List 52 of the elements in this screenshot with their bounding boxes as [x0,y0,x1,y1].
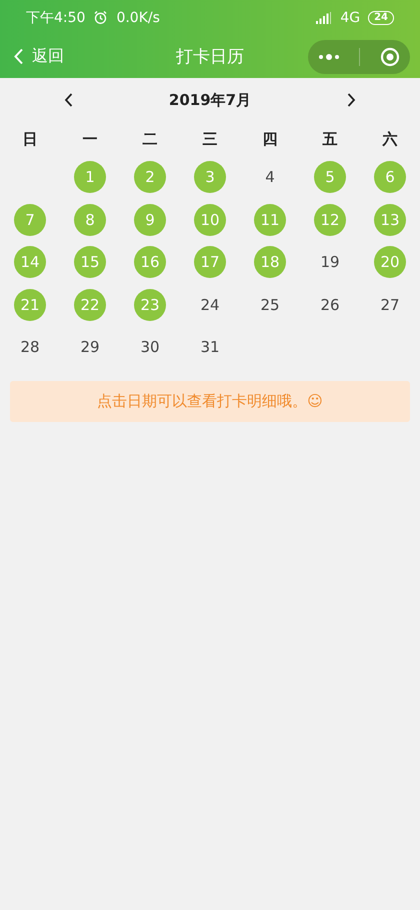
checked-in-day[interactable]: 6 [374,161,406,194]
calendar-day[interactable]: 25 [254,288,286,321]
calendar-day[interactable]: 27 [374,288,406,321]
battery-icon: 24 [368,10,394,24]
checked-in-day[interactable]: 1 [74,161,106,194]
checked-in-day[interactable]: 18 [254,246,286,278]
calendar-day[interactable]: 26 [314,288,346,321]
weekday-label: 二 [142,130,158,148]
checked-in-day[interactable]: 11 [254,204,286,236]
weekday-label: 一 [82,130,98,148]
alarm-clock-icon [93,10,108,25]
checked-in-day[interactable]: 17 [194,246,226,278]
calendar-day[interactable]: 29 [74,331,106,364]
weekday-label: 四 [262,130,278,148]
calendar-day[interactable]: 24 [194,288,226,321]
checked-in-day[interactable]: 12 [314,204,346,236]
weekday-label: 五 [322,130,338,148]
checked-in-day[interactable]: 5 [314,161,346,194]
right-chevron-icon[interactable] [347,93,356,107]
checked-in-day[interactable]: 20 [374,246,406,278]
month-title: 2019年7月 [168,90,252,110]
checked-in-day[interactable]: 22 [74,288,106,321]
signal-icon [316,12,332,24]
back-button[interactable]: 返回 [14,46,64,67]
calendar-day[interactable]: 28 [14,331,46,364]
page-title: 打卡日历 [176,47,244,67]
checked-in-day[interactable]: 14 [14,246,46,278]
more-icon[interactable] [318,52,340,60]
calendar-day[interactable]: 30 [134,331,166,364]
calendar-day[interactable]: 4 [254,161,286,194]
checked-in-day[interactable]: 13 [374,204,406,236]
checked-in-day[interactable]: 23 [134,288,166,321]
calendar-day[interactable]: 31 [194,331,226,364]
hint-text: 点击日期可以查看打卡明细哦。☺ [97,392,323,410]
checked-in-day[interactable]: 9 [134,204,166,236]
checked-in-day[interactable]: 16 [134,246,166,278]
calendar-day[interactable]: 19 [314,246,346,278]
checked-in-day[interactable]: 2 [134,161,166,194]
checked-in-day[interactable]: 10 [194,204,226,236]
checked-in-day[interactable]: 3 [194,161,226,194]
left-chevron-icon[interactable] [64,93,73,107]
network-type: 4G [340,10,360,26]
network-speed: 0.0K/s [116,10,160,26]
checked-in-day[interactable]: 7 [14,204,46,236]
weekday-label: 日 [22,130,38,148]
checked-in-day[interactable]: 21 [14,288,46,321]
weekday-label: 六 [382,130,398,148]
checked-in-day[interactable]: 15 [74,246,106,278]
checked-in-day[interactable]: 8 [74,204,106,236]
weekday-label: 三 [202,130,218,148]
status-time: 下午4:50 [26,8,86,26]
back-chevron-icon[interactable] [14,48,24,65]
